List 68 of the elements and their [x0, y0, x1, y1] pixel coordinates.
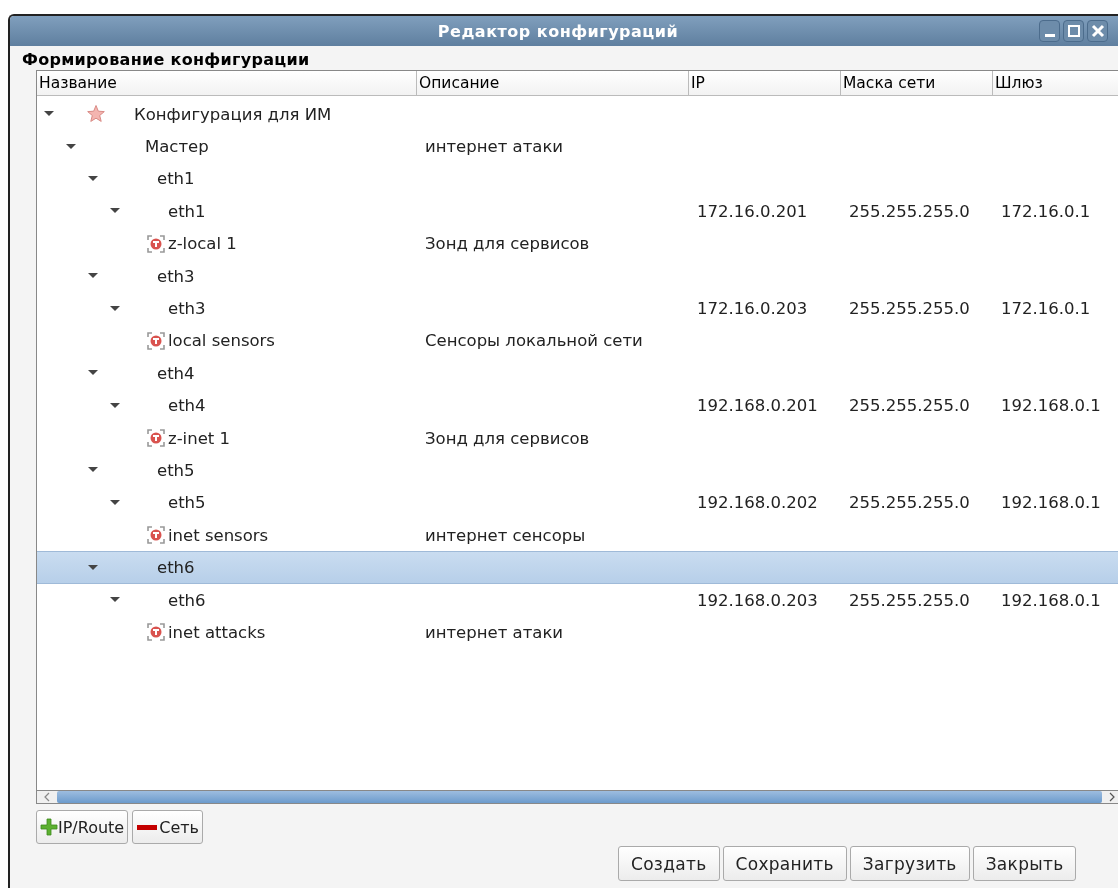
table-cell: 255.255.255.0 [849, 493, 970, 513]
table-cell: Зонд для сервисов [425, 234, 590, 254]
add-button[interactable]: IP/Route [36, 810, 129, 844]
tree-row[interactable]: eth1 172.16.0.201 255.255.255.0 172.16.0.1 [37, 195, 1118, 228]
tree-row[interactable]: inet attacks интернет атаки [37, 616, 1118, 649]
dialog-button[interactable]: Создать [618, 846, 720, 881]
table-cell: Зонд для сервисов [425, 428, 590, 448]
dialog-button[interactable]: Сохранить [722, 846, 847, 881]
table-cell: 192.168.0.1 [1001, 590, 1101, 610]
tree-row[interactable]: local sensors Сенсоры локальной сети [37, 324, 1118, 358]
remove-button[interactable]: Сеть [132, 810, 203, 844]
tree-row[interactable]: z-inet 1 Зонд для сервисов [37, 421, 1118, 455]
table-cell: интернет атаки [425, 622, 564, 642]
table-cell: 172.16.0.203 [697, 299, 808, 319]
tree-row[interactable]: z-local 1 Зонд для сервисов [37, 227, 1118, 260]
tree-row[interactable]: eth6 192.168.0.203 255.255.255.0 192.168.0.1 [37, 583, 1118, 617]
node-label: Мастер [145, 137, 209, 157]
node-label: eth6 [157, 558, 195, 578]
tree-row[interactable]: eth4 [37, 357, 1118, 390]
column-header[interactable]: Шлюз [993, 71, 1118, 95]
tree-row[interactable]: Конфигурация для ИМ [37, 98, 1118, 131]
table-cell: 192.168.0.203 [697, 590, 818, 610]
tree-row[interactable]: Мастер интернет атаки [37, 130, 1118, 163]
table-cell: 172.16.0.1 [1001, 299, 1091, 319]
tree-row[interactable]: eth5 192.168.0.202 255.255.255.0 192.168.0.1 [37, 486, 1118, 520]
table-cell: 255.255.255.0 [849, 590, 970, 610]
column-header[interactable]: IP [689, 71, 841, 95]
tree-row[interactable]: eth1 [37, 162, 1118, 196]
node-label: inet sensors [168, 525, 269, 545]
tree-row[interactable]: eth5 [37, 454, 1118, 487]
table-cell: 255.255.255.0 [849, 299, 970, 319]
node-label: eth3 [157, 266, 195, 286]
node-label: eth5 [168, 493, 206, 513]
node-label: inet attacks [168, 622, 266, 642]
table-cell: интернет атаки [425, 137, 564, 157]
tree-row[interactable]: eth4 192.168.0.201 255.255.255.0 192.168.0.1 [37, 389, 1118, 422]
table-cell: 172.16.0.201 [697, 201, 808, 221]
table-cell: Сенсоры локальной сети [425, 331, 643, 351]
node-label: eth6 [168, 590, 206, 610]
tree-row[interactable]: eth3 [37, 259, 1118, 293]
node-label: local sensors [168, 331, 275, 351]
table-cell: 192.168.0.1 [1001, 396, 1101, 416]
tree-row[interactable]: eth6 [37, 551, 1118, 584]
section-title: Формирование конфигурации [22, 50, 310, 70]
column-header[interactable]: Название [37, 71, 417, 95]
node-label: Конфигурация для ИМ [134, 104, 332, 124]
table-cell: 255.255.255.0 [849, 396, 970, 416]
table-cell: 192.168.0.201 [697, 396, 818, 416]
node-label: z-inet 1 [168, 428, 231, 448]
node-label: eth1 [168, 201, 206, 221]
tree-row[interactable]: eth3 172.16.0.203 255.255.255.0 172.16.0.1 [37, 292, 1118, 325]
column-header[interactable]: Маска сети [841, 71, 993, 95]
node-label: eth4 [157, 363, 195, 383]
table-cell: 255.255.255.0 [849, 201, 970, 221]
table-cell: 192.168.0.1 [1001, 493, 1101, 513]
node-label: z-local 1 [168, 234, 237, 254]
tree-row[interactable]: inet sensors интернет сенсоры [37, 519, 1118, 552]
table-cell: 172.16.0.1 [1001, 201, 1091, 221]
node-label: eth4 [168, 396, 206, 416]
node-label: eth3 [168, 299, 206, 319]
node-label: eth1 [157, 169, 195, 189]
table-cell: 192.168.0.202 [697, 493, 818, 513]
dialog-button[interactable]: Закрыть [972, 846, 1077, 881]
window-title: Редактор конфигураций [437, 21, 679, 41]
column-header[interactable]: Описание [417, 71, 689, 95]
dialog-button[interactable]: Загрузить [849, 846, 970, 881]
table-cell: интернет сенсоры [425, 525, 586, 545]
node-label: eth5 [157, 461, 195, 480]
